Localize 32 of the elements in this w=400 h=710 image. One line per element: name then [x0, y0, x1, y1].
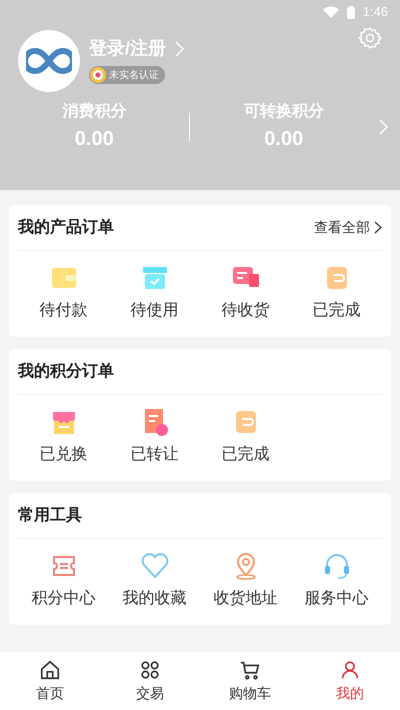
tab[interactable]: 我的: [300, 658, 400, 704]
verification-badge: 未实名认证: [89, 66, 165, 84]
shortcut-item[interactable]: 已完成: [291, 263, 382, 323]
shortcut-item[interactable]: 待收货: [200, 263, 291, 323]
shortcut-item[interactable]: 收货地址: [200, 551, 291, 611]
tab[interactable]: 交易: [100, 658, 200, 704]
battery-icon: [346, 6, 355, 18]
shortcut-item[interactable]: 待使用: [109, 263, 200, 323]
tab[interactable]: 首页: [0, 658, 100, 704]
chevron-right-icon: [374, 221, 382, 234]
chevron-right-icon[interactable]: [378, 119, 388, 135]
section-title: 我的产品订单: [18, 217, 114, 238]
settings-icon[interactable]: [358, 26, 382, 50]
shortcut-item[interactable]: 我的收藏: [109, 551, 200, 611]
home-icon: [39, 658, 61, 680]
shortcut-item[interactable]: 已转让: [109, 407, 200, 467]
shortcut-item[interactable]: 已兑换: [18, 407, 109, 467]
section-title: 常用工具: [18, 506, 82, 526]
infinity-logo-icon: [26, 46, 72, 76]
shortcut-item[interactable]: 待付款: [18, 263, 109, 323]
section-title: 我的积分订单: [18, 362, 114, 382]
tab[interactable]: 购物车: [200, 658, 300, 704]
view-all-link[interactable]: 查看全部: [314, 217, 382, 238]
chevron-right-icon: [174, 40, 184, 56]
wifi-icon: [322, 6, 339, 18]
shortcut-item[interactable]: 已完成: [200, 407, 291, 467]
grid-icon: [139, 658, 161, 680]
user-icon: [339, 658, 361, 680]
heart-icon: [140, 551, 170, 581]
star-medal-icon: [89, 66, 107, 84]
shortcut-item[interactable]: 积分中心: [18, 551, 109, 611]
shortcut-item[interactable]: 服务中心: [291, 551, 382, 611]
